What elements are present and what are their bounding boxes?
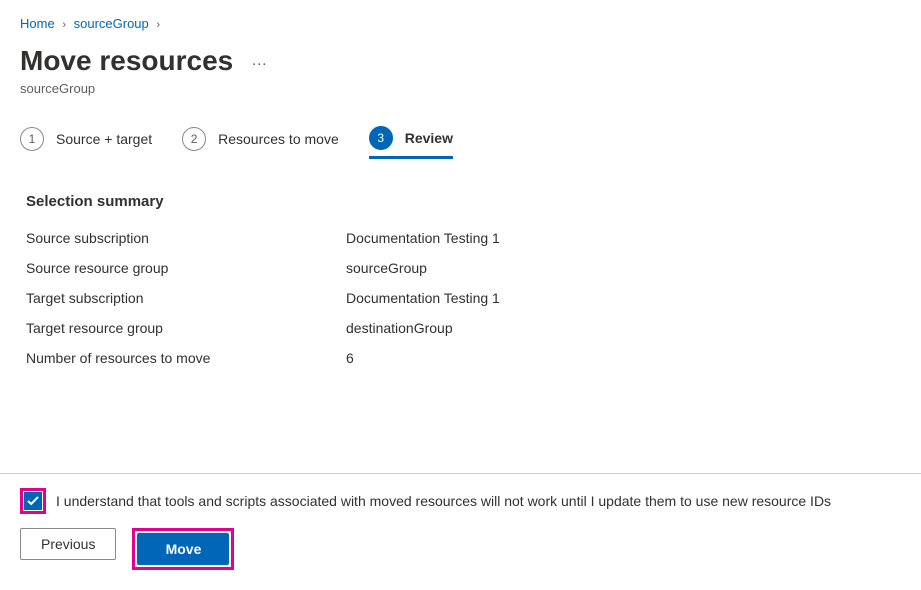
acknowledgment-row: I understand that tools and scripts asso…	[20, 488, 901, 514]
step-resources-to-move[interactable]: 2 Resources to move	[182, 127, 339, 159]
highlight-box: Move	[132, 528, 234, 570]
previous-button[interactable]: Previous	[20, 528, 116, 560]
highlight-box	[20, 488, 46, 514]
summary-key: Source subscription	[26, 230, 346, 246]
acknowledgment-checkbox[interactable]	[24, 492, 42, 510]
step-label: Source + target	[56, 131, 152, 147]
checkmark-icon	[27, 495, 39, 507]
summary-key: Number of resources to move	[26, 350, 346, 366]
summary-row: Target subscription Documentation Testin…	[26, 290, 901, 306]
wizard-steps: 1 Source + target 2 Resources to move 3 …	[20, 126, 901, 159]
summary-row: Source subscription Documentation Testin…	[26, 230, 901, 246]
step-number: 1	[20, 127, 44, 151]
title-row: Move resources …	[20, 45, 901, 77]
breadcrumb-link-sourcegroup[interactable]: sourceGroup	[74, 16, 149, 31]
step-label: Review	[405, 130, 453, 146]
step-review[interactable]: 3 Review	[369, 126, 453, 159]
step-number: 3	[369, 126, 393, 150]
summary-row: Target resource group destinationGroup	[26, 320, 901, 336]
button-row: Previous Move	[20, 528, 901, 570]
step-source-target[interactable]: 1 Source + target	[20, 127, 152, 159]
breadcrumb: Home › sourceGroup ›	[20, 16, 901, 31]
page-title: Move resources	[20, 45, 233, 77]
summary-key: Target subscription	[26, 290, 346, 306]
move-button[interactable]: Move	[137, 533, 229, 565]
summary-row: Number of resources to move 6	[26, 350, 901, 366]
acknowledgment-text: I understand that tools and scripts asso…	[56, 493, 831, 509]
summary-key: Target resource group	[26, 320, 346, 336]
summary-value: destinationGroup	[346, 320, 453, 336]
summary-value: Documentation Testing 1	[346, 230, 500, 246]
summary-value: sourceGroup	[346, 260, 427, 276]
step-number: 2	[182, 127, 206, 151]
more-menu-icon[interactable]: …	[251, 52, 268, 70]
summary-value: 6	[346, 350, 354, 366]
section-heading-summary: Selection summary	[20, 193, 901, 210]
summary-value: Documentation Testing 1	[346, 290, 500, 306]
summary-row: Source resource group sourceGroup	[26, 260, 901, 276]
breadcrumb-link-home[interactable]: Home	[20, 16, 55, 31]
selection-summary-table: Source subscription Documentation Testin…	[20, 230, 901, 366]
chevron-right-icon: ›	[62, 19, 66, 31]
chevron-right-icon: ›	[156, 19, 160, 31]
page-subtitle: sourceGroup	[20, 81, 901, 96]
step-label: Resources to move	[218, 131, 339, 147]
wizard-footer: I understand that tools and scripts asso…	[0, 473, 921, 570]
summary-key: Source resource group	[26, 260, 346, 276]
